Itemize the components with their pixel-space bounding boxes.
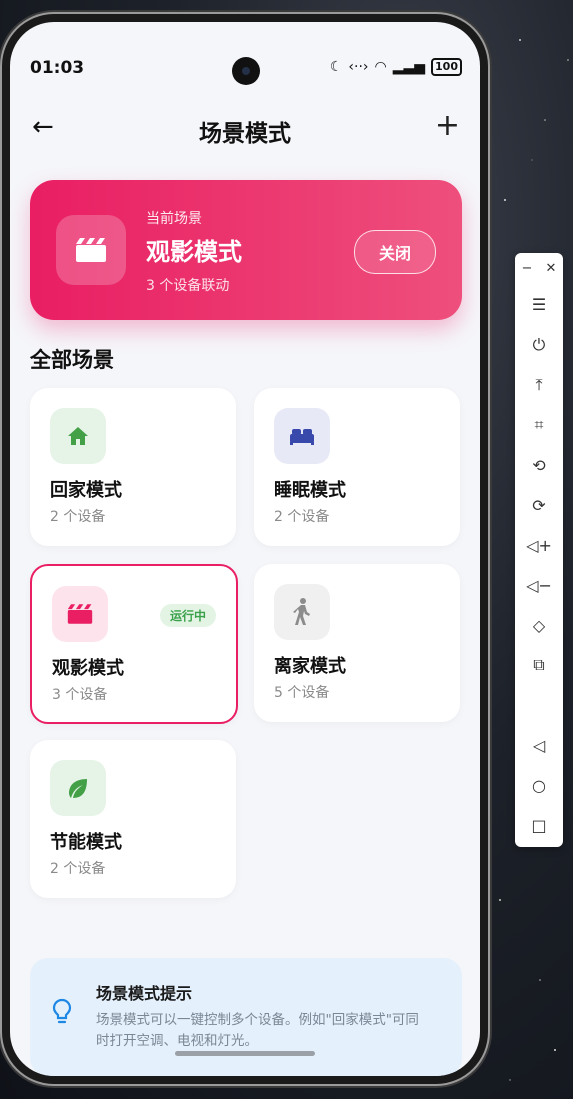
volume-down-icon[interactable]: ◁− <box>515 570 563 600</box>
wifi-icon: ◠ <box>374 59 387 75</box>
close-scene-button[interactable]: 关闭 <box>354 230 436 274</box>
tip-panel: 场景模式提示 场景模式可以一键控制多个设备。例如"回家模式"可同时打开空调、电视… <box>30 958 462 1076</box>
scene-device-count: 2 个设备 <box>50 861 106 877</box>
rotate-right-icon[interactable]: ⟳ <box>515 490 563 520</box>
current-scene-card[interactable]: 当前场景 观影模式 3 个设备联动 关闭 <box>30 180 462 320</box>
upload-icon[interactable]: ⤒ <box>515 370 563 400</box>
app-screen: 01:03 ☾ ‹··› ◠ ▂▃▅ 100 ← 场景模式 + 当前场景 观影模… <box>10 22 480 1076</box>
movie-icon <box>56 215 126 285</box>
current-scene-device-count: 3 个设备联动 <box>146 278 230 294</box>
movie-icon <box>52 586 108 642</box>
status-time: 01:03 <box>30 58 85 78</box>
leaf-icon <box>50 760 106 816</box>
section-title: 全部场景 <box>30 348 114 372</box>
add-scene-button[interactable]: + <box>435 108 460 143</box>
tip-text: 场景模式可以一键控制多个设备。例如"回家模式"可同时打开空调、电视和灯光。 <box>96 1012 419 1049</box>
scene-device-count: 5 个设备 <box>274 685 330 701</box>
status-bar: 01:03 ☾ ‹··› ◠ ▂▃▅ 100 <box>10 22 480 102</box>
back-nav-icon[interactable]: ◁ <box>515 730 563 760</box>
scene-card-eco[interactable]: 节能模式 2 个设备 <box>30 740 236 898</box>
scene-device-count: 2 个设备 <box>274 509 330 525</box>
recents-nav-icon[interactable]: □ <box>515 810 563 840</box>
page-title: 场景模式 <box>199 121 291 147</box>
crop-icon[interactable]: ⌗ <box>515 410 563 440</box>
home-nav-icon[interactable]: ○ <box>515 770 563 800</box>
moon-icon: ☾ <box>329 59 343 75</box>
rotate-left-icon[interactable]: ⟲ <box>515 450 563 480</box>
phone-frame: 01:03 ☾ ‹··› ◠ ▂▃▅ 100 ← 场景模式 + 当前场景 观影模… <box>2 14 488 1084</box>
app-header: ← 场景模式 + <box>10 102 480 158</box>
status-icons: ☾ ‹··› ◠ ▂▃▅ 100 <box>330 58 462 76</box>
scene-card-movie[interactable]: 运行中 观影模式 3 个设备 <box>30 564 238 724</box>
scene-device-count: 2 个设备 <box>50 509 106 525</box>
current-scene-label: 当前场景 <box>146 211 202 227</box>
scene-card-sleep[interactable]: 睡眠模式 2 个设备 <box>254 388 460 546</box>
scene-name: 睡眠模式 <box>274 480 346 501</box>
scene-device-count: 3 个设备 <box>52 687 108 703</box>
gesture-home-bar[interactable] <box>175 1051 315 1056</box>
data-sync-icon: ‹··› <box>348 59 369 75</box>
running-badge: 运行中 <box>159 604 216 627</box>
battery-icon: 100 <box>431 58 462 76</box>
emulator-toolbar: − ✕ ☰ ⏻ ⤒ ⌗ ⟲ ⟳ ◁+ ◁− ◇ ⧉ ◁ ○ □ <box>515 253 563 847</box>
volume-up-icon[interactable]: ◁+ <box>515 530 563 560</box>
close-icon[interactable]: ✕ <box>546 261 557 276</box>
scene-name: 节能模式 <box>50 832 122 853</box>
shake-icon[interactable]: ◇ <box>515 610 563 640</box>
minimize-icon[interactable]: − <box>522 261 533 276</box>
scene-card-away[interactable]: 离家模式 5 个设备 <box>254 564 460 722</box>
screenshot-icon[interactable]: ⧉ <box>515 650 563 680</box>
scene-name: 观影模式 <box>52 658 124 679</box>
menu-icon[interactable]: ☰ <box>515 289 563 319</box>
bed-icon <box>274 408 330 464</box>
current-scene-title: 观影模式 <box>146 238 242 266</box>
scene-name: 离家模式 <box>274 656 346 677</box>
power-icon[interactable]: ⏻ <box>515 330 563 360</box>
lightbulb-icon <box>52 998 72 1030</box>
home-icon <box>50 408 106 464</box>
signal-icon: ▂▃▅ <box>392 59 426 75</box>
tip-title: 场景模式提示 <box>96 984 193 1003</box>
scene-name: 回家模式 <box>50 480 122 501</box>
scene-card-home[interactable]: 回家模式 2 个设备 <box>30 388 236 546</box>
walk-icon <box>274 584 330 640</box>
front-camera <box>232 57 260 85</box>
